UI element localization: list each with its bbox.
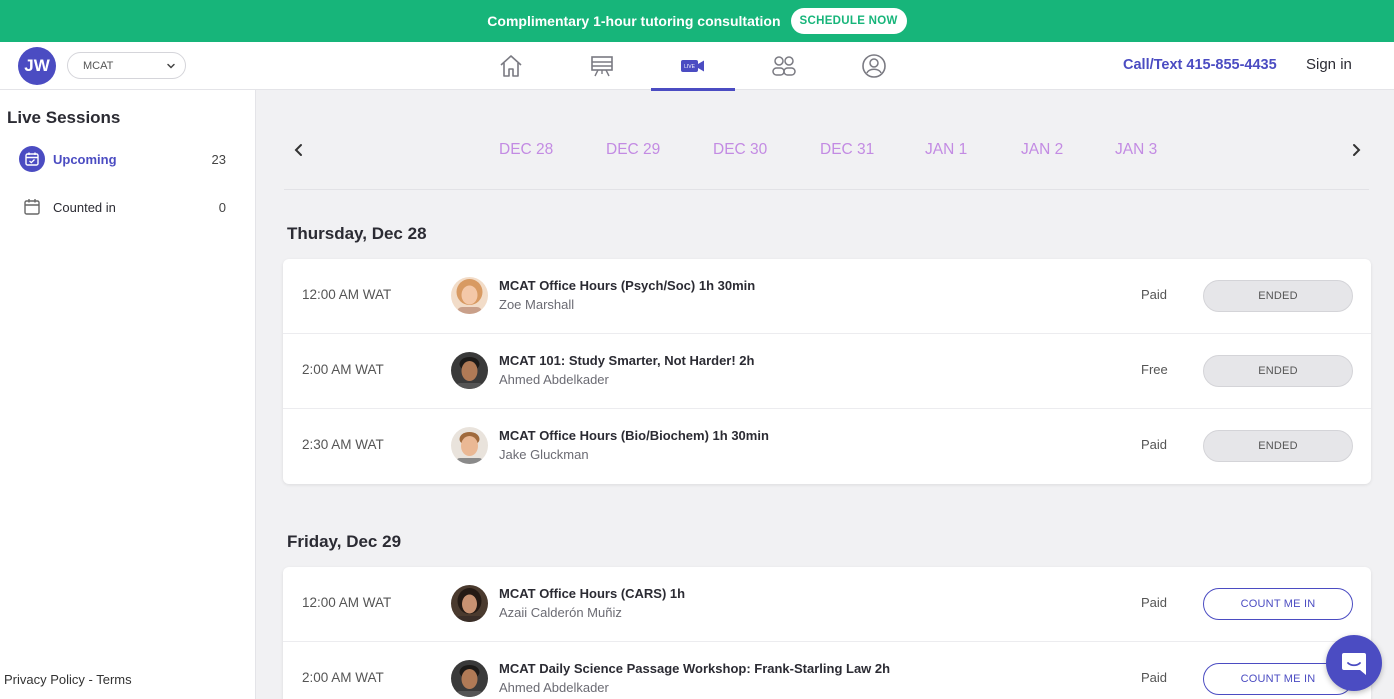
exam-select-value: MCAT	[83, 59, 114, 72]
count-me-in-button[interactable]: COUNT ME IN	[1203, 588, 1353, 620]
live-icon-label: LIVE	[684, 64, 696, 70]
session-time: 12:00 AM WAT	[302, 595, 392, 610]
sidebar-title: Live Sessions	[7, 108, 121, 127]
live-video-icon: LIVE	[681, 60, 704, 72]
session-time: 2:30 AM WAT	[302, 437, 384, 452]
sidebar-item-upcoming[interactable]: Upcoming 23	[18, 144, 228, 174]
session-title[interactable]: MCAT Office Hours (CARS) 1h	[499, 586, 685, 601]
calendar-icon	[18, 193, 46, 221]
session-row[interactable]: 2:00 AM WAT MCAT 101: Study Smarter, Not…	[283, 334, 1371, 409]
chevron-left-icon	[294, 144, 302, 156]
home-icon	[500, 55, 522, 77]
session-status-button[interactable]: ENDED	[1203, 430, 1353, 462]
chat-bubble-icon	[1342, 653, 1366, 675]
session-status-button[interactable]: ENDED	[1203, 280, 1353, 312]
previous-dates-button[interactable]	[289, 140, 309, 160]
session-row[interactable]: 2:30 AM WAT MCAT Office Hours (Bio/Bioch…	[283, 409, 1371, 484]
session-title[interactable]: MCAT 101: Study Smarter, Not Harder! 2h	[499, 353, 754, 368]
people-group-icon	[772, 56, 796, 76]
tutor-avatar	[451, 427, 488, 464]
date-item[interactable]: JAN 1	[925, 141, 967, 159]
sidebar-item-count: 23	[211, 151, 226, 167]
presentation-board-icon	[591, 56, 613, 77]
sign-in-link[interactable]: Sign in	[1306, 56, 1352, 73]
date-item[interactable]: DEC 31	[820, 141, 874, 159]
date-item[interactable]: DEC 28	[499, 141, 553, 159]
person-circle-icon	[862, 54, 886, 78]
session-tutor: Jake Gluckman	[499, 447, 589, 462]
nav-tab-community[interactable]	[742, 42, 826, 90]
session-price: Paid	[1141, 437, 1168, 452]
promo-banner: Complimentary 1-hour tutoring consultati…	[0, 0, 1394, 42]
top-nav-bar: JW MCAT LIVE Call/Text 415-855-4435 Sign…	[0, 42, 1394, 91]
nav-tab-tutor[interactable]	[832, 42, 916, 90]
session-tutor: Azaii Calderón Muñiz	[499, 605, 622, 620]
tutor-avatar	[451, 660, 488, 697]
session-title[interactable]: MCAT Office Hours (Psych/Soc) 1h 30min	[499, 278, 755, 293]
chevron-down-icon	[167, 63, 175, 69]
privacy-terms-links[interactable]: Privacy Policy - Terms	[4, 672, 132, 687]
session-list: 12:00 AM WAT MCAT Office Hours (Psych/So…	[283, 259, 1371, 484]
date-item[interactable]: DEC 29	[606, 141, 660, 159]
chevron-right-icon	[1353, 144, 1361, 156]
session-row[interactable]: 12:00 AM WAT MCAT Office Hours (CARS) 1h…	[283, 567, 1371, 642]
session-title[interactable]: MCAT Office Hours (Bio/Biochem) 1h 30min	[499, 428, 769, 443]
phone-link[interactable]: Call/Text 415-855-4435	[1123, 57, 1277, 73]
sidebar-item-count: 0	[218, 199, 226, 215]
session-status-button[interactable]: ENDED	[1203, 355, 1353, 387]
date-selector: DEC 28 DEC 29 DEC 30 DEC 31 JAN 1 JAN 2 …	[284, 120, 1369, 190]
nav-tab-classroom[interactable]	[560, 42, 644, 90]
exam-select[interactable]: MCAT	[67, 52, 186, 79]
session-time: 12:00 AM WAT	[302, 287, 392, 302]
calendar-upcoming-icon	[18, 145, 46, 173]
session-price: Paid	[1141, 595, 1168, 610]
schedule-now-button[interactable]: SCHEDULE NOW	[790, 8, 907, 34]
session-tutor: Ahmed Abdelkader	[499, 372, 609, 387]
session-tutor: Ahmed Abdelkader	[499, 680, 609, 695]
session-row[interactable]: 2:00 AM WAT MCAT Daily Science Passage W…	[283, 642, 1371, 699]
tutor-avatar	[451, 352, 488, 389]
session-price: Paid	[1141, 670, 1168, 685]
sidebar-item-counted-in[interactable]: Counted in 0	[18, 192, 228, 222]
session-time: 2:00 AM WAT	[302, 670, 384, 685]
nav-tab-home[interactable]	[469, 42, 553, 90]
main-content: DEC 28 DEC 29 DEC 30 DEC 31 JAN 1 JAN 2 …	[257, 90, 1394, 699]
promo-text: Complimentary 1-hour tutoring consultati…	[487, 13, 781, 29]
day-heading: Friday, Dec 29	[287, 532, 402, 551]
sidebar-item-label: Counted in	[53, 199, 116, 215]
session-tutor: Zoe Marshall	[499, 297, 575, 312]
session-price: Free	[1141, 362, 1168, 377]
session-title[interactable]: MCAT Daily Science Passage Workshop: Fra…	[499, 661, 890, 676]
tutor-avatar	[451, 277, 488, 314]
sidebar-item-label: Upcoming	[53, 151, 117, 167]
sidebar: Live Sessions Upcoming 23 Counted in 0 P…	[0, 90, 256, 699]
tutor-avatar	[451, 585, 488, 622]
user-avatar[interactable]: JW	[18, 47, 56, 85]
date-item[interactable]: DEC 30	[713, 141, 767, 159]
date-item[interactable]: JAN 2	[1021, 141, 1063, 159]
next-dates-button[interactable]	[1346, 140, 1366, 160]
date-item[interactable]: JAN 3	[1115, 141, 1157, 159]
chat-widget-button[interactable]	[1326, 635, 1382, 691]
session-list: 12:00 AM WAT MCAT Office Hours (CARS) 1h…	[283, 567, 1371, 699]
day-heading: Thursday, Dec 28	[287, 224, 427, 243]
session-time: 2:00 AM WAT	[302, 362, 384, 377]
session-row[interactable]: 12:00 AM WAT MCAT Office Hours (Psych/So…	[283, 259, 1371, 334]
nav-tab-live[interactable]: LIVE	[651, 42, 735, 91]
session-price: Paid	[1141, 287, 1168, 302]
